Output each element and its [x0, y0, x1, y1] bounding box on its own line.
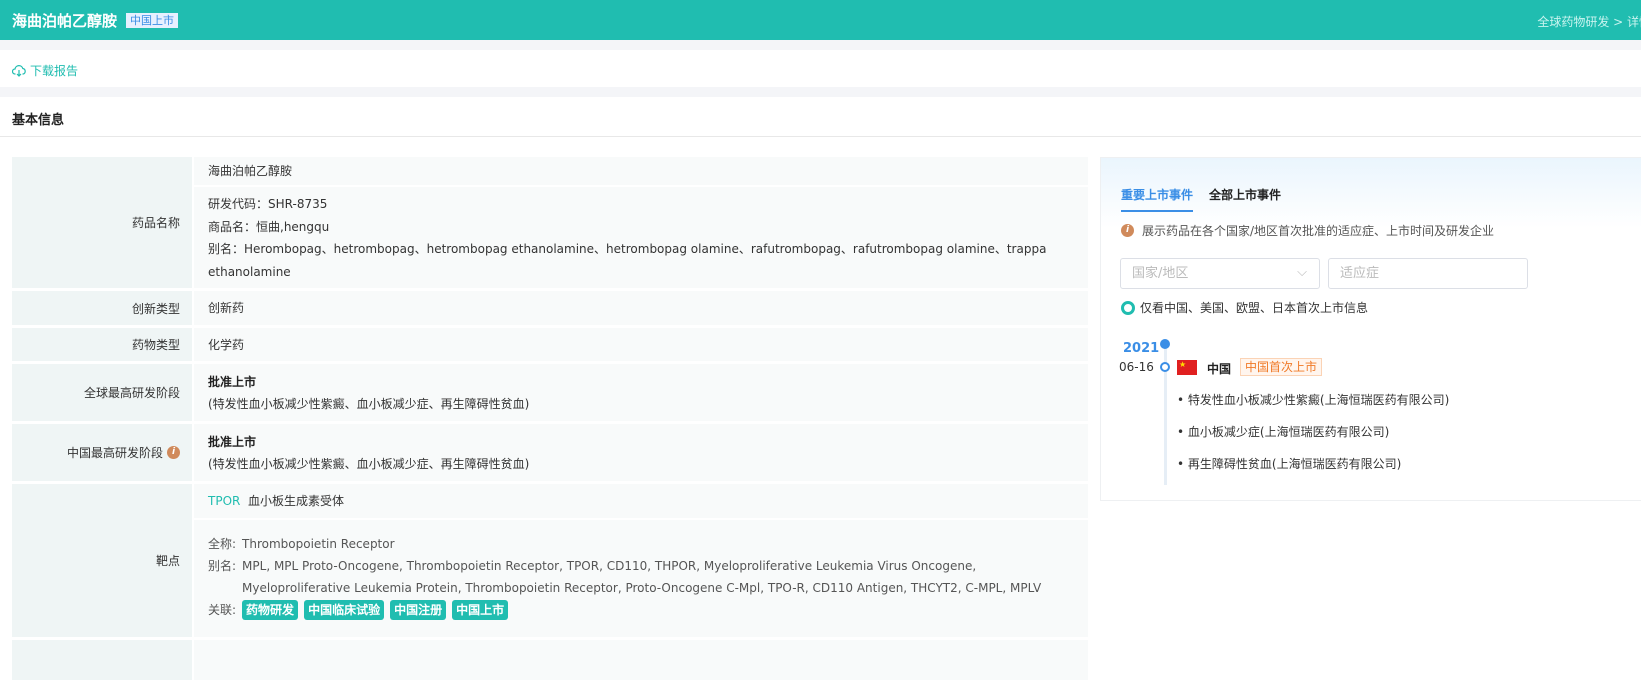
section-title: 基本信息	[12, 113, 65, 128]
drug-title: 海曲泊帕乙醇胺	[12, 12, 118, 30]
tag-cn-trials[interactable]: 中国临床试验	[304, 600, 385, 620]
timeline-dot	[1160, 339, 1170, 349]
major-markets-radio[interactable]: 仅看中国、美国、欧盟、日本首次上市信息	[1121, 299, 1368, 316]
status-badge: 中国上市	[126, 13, 178, 28]
cloud-download-icon	[12, 65, 26, 77]
row-drug-name: 药品名称 海曲泊帕乙醇胺 研发代码：SHR-8735 商品名：恒曲,hengqu…	[12, 157, 1088, 288]
info-icon: i	[1121, 224, 1134, 237]
stage-detail: (特发性血小板减少性紫癜、血小板减少症、再生障碍性贫血)	[208, 396, 530, 411]
row-label: 靶点	[12, 484, 192, 637]
tag-cn-market[interactable]: 中国上市	[452, 600, 509, 620]
event-country: 中国	[1207, 362, 1232, 376]
row-next	[12, 640, 1088, 680]
row-label: 创新类型	[12, 291, 192, 325]
row-innovation: 创新类型 创新药	[12, 291, 1088, 325]
row-label: 药品名称	[12, 157, 192, 288]
row-global-stage: 全球最高研发阶段 批准上市 (特发性血小板减少性紫癜、血小板减少症、再生障碍性贫血…	[12, 364, 1088, 421]
target-alias: MPL, MPL Proto-Oncogene, Thrombopoietin …	[242, 559, 1042, 595]
breadcrumb[interactable]: 全球药物研发 > 详情	[1537, 13, 1641, 30]
alias: 别名：Herombopag、hetrombopag、hetrombopag et…	[208, 242, 1047, 279]
country-placeholder: 国家/地区	[1132, 266, 1189, 281]
alias-label: 别名:	[208, 559, 237, 573]
top-header: 海曲泊帕乙醇胺 中国上市 全球药物研发 > 详情	[0, 0, 1641, 40]
tag-drug-rd[interactable]: 药物研发	[242, 600, 299, 620]
row-label: 药物类型	[12, 328, 192, 361]
fullname: Thrombopoietin Receptor	[242, 537, 395, 551]
target-name: 血小板生成素受体	[248, 494, 345, 508]
generic-name: 海曲泊帕乙醇胺	[194, 157, 1088, 185]
china-flag-icon: ★	[1177, 360, 1197, 375]
stage: 批准上市	[208, 434, 257, 449]
radio-label: 仅看中国、美国、欧盟、日本首次上市信息	[1140, 301, 1369, 315]
dev-code: 研发代码：SHR-8735	[208, 197, 328, 211]
row-value: 化学药	[194, 328, 1088, 361]
tab-all-events[interactable]: 全部上市事件	[1209, 186, 1281, 212]
row-value: 创新药	[194, 291, 1088, 325]
timeline-dot	[1160, 362, 1170, 372]
radio-icon	[1121, 300, 1135, 315]
section-header: 基本信息	[0, 97, 1641, 137]
event-year: 2021	[1123, 341, 1160, 356]
download-label: 下载报告	[30, 64, 79, 78]
event-date: 06-16	[1119, 360, 1154, 374]
indication-text: 再生障碍性贫血(上海恒瑞医药有限公司)	[1187, 457, 1402, 471]
first-market-badge: 中国首次上市	[1240, 358, 1323, 376]
row-label: 中国最高研发阶段	[66, 446, 163, 460]
chevron-down-icon: ⌵	[1297, 265, 1307, 280]
info-icon[interactable]: i	[167, 446, 180, 459]
indication-item: • 血小板减少症(上海恒瑞医药有限公司)	[1177, 425, 1390, 439]
indication-text: 特发性血小板减少性紫癜(上海恒瑞医药有限公司)	[1187, 393, 1450, 407]
stage-detail: (特发性血小板减少性紫癜、血小板减少症、再生障碍性贫血)	[208, 456, 530, 471]
indication-text: 血小板减少症(上海恒瑞医药有限公司)	[1187, 425, 1390, 439]
tab-key-events[interactable]: 重要上市事件	[1121, 186, 1194, 212]
indication-item: • 特发性血小板减少性紫癜(上海恒瑞医药有限公司)	[1177, 393, 1450, 407]
fullname-label: 全称:	[208, 537, 237, 551]
trade-name: 商品名：恒曲,hengqu	[208, 219, 330, 234]
row-target: 靶点 TPOR 血小板生成素受体 全称: Thrombopoietin Recep…	[12, 484, 1088, 637]
row-china-stage: 中国最高研发阶段 i 批准上市 (特发性血小板减少性紫癜、血小板减少症、再生障碍性贫…	[12, 424, 1088, 481]
panel-note: 展示药品在各个国家/地区首次批准的适应症、上市时间及研发企业	[1142, 224, 1495, 238]
divider	[0, 87, 1641, 97]
indication-item: • 再生障碍性贫血(上海恒瑞医药有限公司)	[1177, 457, 1402, 471]
divider	[0, 40, 1641, 50]
country-select[interactable]: 国家/地区 ⌵	[1120, 258, 1320, 289]
row-drug-type: 药物类型 化学药	[12, 328, 1088, 361]
market-events-panel: 重要上市事件 全部上市事件 i 展示药品在各个国家/地区首次批准的适应症、上市时间及…	[1100, 157, 1641, 501]
related-label: 关联:	[208, 603, 237, 617]
row-label: 全球最高研发阶段	[12, 364, 192, 421]
tag-cn-registration[interactable]: 中国注册	[390, 600, 447, 620]
download-report-button[interactable]: 下载报告	[12, 62, 78, 79]
indication-input[interactable]: 适应症	[1328, 258, 1528, 289]
stage: 批准上市	[208, 374, 257, 389]
target-link[interactable]: TPOR	[208, 494, 240, 508]
